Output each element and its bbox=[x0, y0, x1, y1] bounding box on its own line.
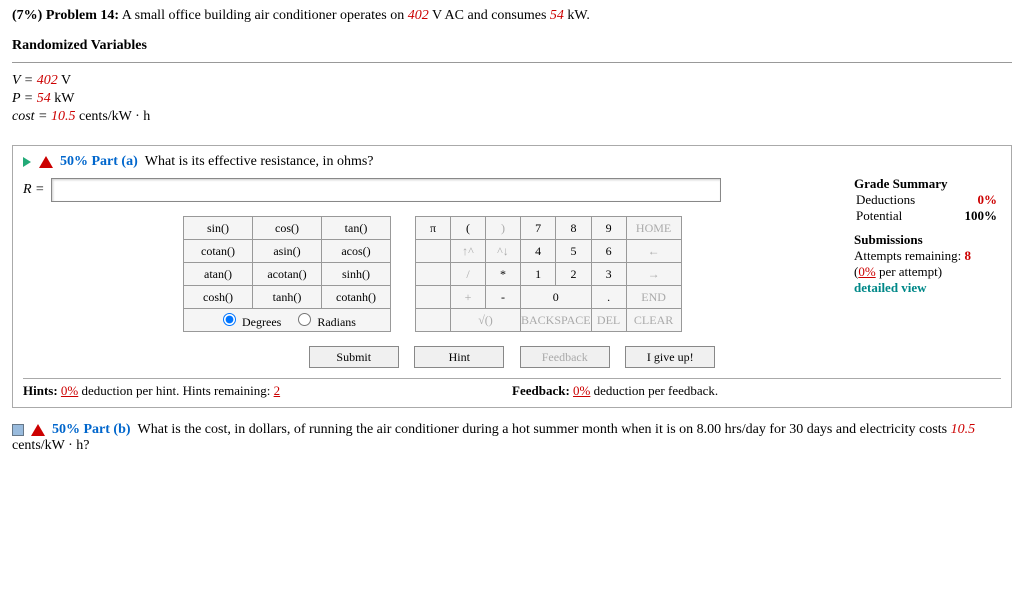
key-star[interactable]: * bbox=[486, 263, 521, 286]
grade-panel: Grade Summary Deductions0% Potential100%… bbox=[854, 176, 999, 296]
part-b-cost: 10.5 bbox=[951, 422, 976, 437]
key-cotan[interactable]: cotan() bbox=[184, 240, 253, 263]
function-keys: sin()cos()tan() cotan()asin()acos() atan… bbox=[183, 216, 391, 332]
var-cost: cost = 10.5 cents/kW · h bbox=[12, 109, 1012, 125]
feedback-button[interactable]: Feedback bbox=[520, 346, 610, 368]
number-keys: π ( ) 7 8 9 HOME ↑^ ^↓ 4 5 6 ← / * bbox=[415, 216, 682, 332]
key-home[interactable]: HOME bbox=[626, 217, 681, 240]
part-a-question: What is its effective resistance, in ohm… bbox=[145, 154, 374, 169]
power-value: 54 bbox=[550, 8, 564, 23]
submit-button[interactable]: Submit bbox=[309, 346, 399, 368]
key-down[interactable]: ^↓ bbox=[486, 240, 521, 263]
grade-summary-title: Grade Summary bbox=[854, 176, 999, 192]
key-cotanh[interactable]: cotanh() bbox=[322, 286, 391, 309]
key-right[interactable]: → bbox=[626, 263, 681, 286]
key-6[interactable]: 6 bbox=[591, 240, 626, 263]
var-voltage: V = 402 V bbox=[12, 73, 1012, 89]
key-backspace[interactable]: BACKSPACE bbox=[521, 309, 592, 332]
answer-input[interactable] bbox=[51, 178, 721, 202]
key-atan[interactable]: atan() bbox=[184, 263, 253, 286]
expand-icon[interactable] bbox=[23, 157, 31, 167]
problem-text-2: V AC and consumes bbox=[429, 8, 550, 23]
detailed-view-link[interactable]: detailed view bbox=[854, 280, 999, 296]
key-sin[interactable]: sin() bbox=[184, 217, 253, 240]
problem-text-1: A small office building air conditioner … bbox=[122, 8, 408, 23]
hint-button[interactable]: Hint bbox=[414, 346, 504, 368]
collapse-icon[interactable] bbox=[12, 424, 24, 436]
key-asin[interactable]: asin() bbox=[253, 240, 322, 263]
key-0[interactable]: 0 bbox=[521, 286, 592, 309]
key-tan[interactable]: tan() bbox=[322, 217, 391, 240]
voltage-value: 402 bbox=[408, 8, 429, 23]
key-4[interactable]: 4 bbox=[521, 240, 556, 263]
key-acos[interactable]: acos() bbox=[322, 240, 391, 263]
key-minus[interactable]: - bbox=[486, 286, 521, 309]
radians-radio[interactable]: Radians bbox=[293, 315, 356, 329]
key-left[interactable]: ← bbox=[626, 240, 681, 263]
part-b-q2: cents/kW · h? bbox=[12, 438, 90, 453]
action-row: Submit Hint Feedback I give up! bbox=[23, 346, 1001, 368]
key-sinh[interactable]: sinh() bbox=[322, 263, 391, 286]
key-5[interactable]: 5 bbox=[556, 240, 591, 263]
divider bbox=[12, 62, 1012, 63]
hints-info: Hints: 0% deduction per hint. Hints rema… bbox=[23, 383, 512, 399]
degrees-radio[interactable]: Degrees bbox=[218, 315, 281, 329]
warning-icon bbox=[39, 156, 53, 168]
problem-number: Problem 14: bbox=[46, 8, 119, 23]
warning-icon bbox=[31, 424, 45, 436]
key-slash[interactable]: / bbox=[451, 263, 486, 286]
key-end[interactable]: END bbox=[626, 286, 681, 309]
key-8[interactable]: 8 bbox=[556, 217, 591, 240]
key-del[interactable]: DEL bbox=[591, 309, 626, 332]
key-clear[interactable]: CLEAR bbox=[626, 309, 681, 332]
key-1[interactable]: 1 bbox=[521, 263, 556, 286]
answer-prefix: R = bbox=[23, 182, 45, 198]
var-power: P = 54 kW bbox=[12, 91, 1012, 107]
part-a-box: 50% Part (a) What is its effective resis… bbox=[12, 145, 1012, 408]
key-tanh[interactable]: tanh() bbox=[253, 286, 322, 309]
part-b-q1: What is the cost, in dollars, of running… bbox=[138, 422, 951, 437]
key-dot[interactable]: . bbox=[591, 286, 626, 309]
key-2[interactable]: 2 bbox=[556, 263, 591, 286]
key-rparen[interactable]: ) bbox=[486, 217, 521, 240]
problem-text-3: kW. bbox=[564, 8, 590, 23]
problem-weight: (7%) bbox=[12, 8, 42, 23]
key-up[interactable]: ↑^ bbox=[451, 240, 486, 263]
footer-hints: Hints: 0% deduction per hint. Hints rema… bbox=[23, 378, 1001, 399]
key-9[interactable]: 9 bbox=[591, 217, 626, 240]
randomized-vars-title: Randomized Variables bbox=[12, 38, 1012, 54]
problem-header: (7%) Problem 14: A small office building… bbox=[12, 8, 1012, 24]
giveup-button[interactable]: I give up! bbox=[625, 346, 715, 368]
part-a-header: 50% Part (a) What is its effective resis… bbox=[23, 154, 1001, 170]
key-pi[interactable]: π bbox=[416, 217, 451, 240]
key-acotan[interactable]: acotan() bbox=[253, 263, 322, 286]
key-sqrt[interactable]: √() bbox=[451, 309, 521, 332]
key-lparen[interactable]: ( bbox=[451, 217, 486, 240]
part-b-header: 50% Part (b) What is the cost, in dollar… bbox=[12, 422, 1012, 454]
feedback-info: Feedback: 0% deduction per feedback. bbox=[512, 383, 1001, 399]
key-cosh[interactable]: cosh() bbox=[184, 286, 253, 309]
key-plus[interactable]: + bbox=[451, 286, 486, 309]
key-3[interactable]: 3 bbox=[591, 263, 626, 286]
key-cos[interactable]: cos() bbox=[253, 217, 322, 240]
key-7[interactable]: 7 bbox=[521, 217, 556, 240]
grade-table: Deductions0% Potential100% bbox=[854, 192, 999, 224]
submissions-title: Submissions bbox=[854, 232, 999, 248]
